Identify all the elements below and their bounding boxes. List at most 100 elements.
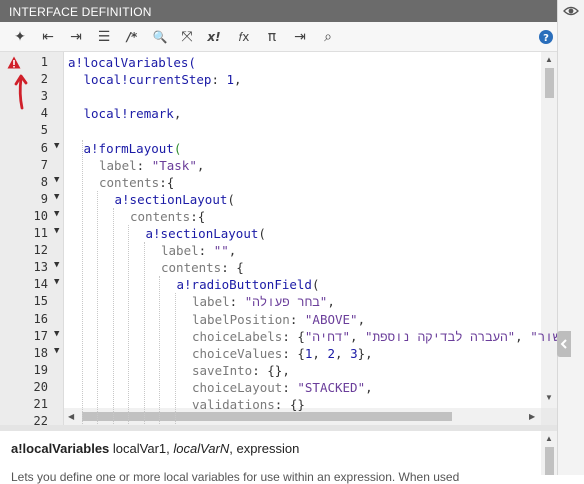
line-number-text: 10 [33,208,48,223]
fold-toggle-icon[interactable]: ▼ [54,260,59,270]
function-icon[interactable]: 𝑓x [234,28,254,46]
code-line[interactable]: label: "Task", [99,157,204,174]
code-line[interactable]: contents:{ [99,174,174,191]
line-number-text: 14 [33,277,48,292]
code-token: a!radioButtonField [176,277,312,293]
code-line[interactable]: contents:{ [130,208,205,225]
code-token: , [357,311,366,327]
indent-icon[interactable]: ⇥ [66,28,86,46]
line-number-text: 16 [33,311,48,326]
line-number: 16 [0,311,60,328]
code-token: a!localVariables( [68,55,196,70]
code-token: : {} [274,397,305,412]
scroll-down-icon[interactable]: ▼ [545,393,553,402]
code-editor[interactable]: 1 2 3 4 5 6 ▼ 7 8 ▼ 9 ▼ 10 ▼ 11 ▼ 12 13 ▼ 14 ▼ 15 16 17 ▼ 18 ▼ 19 20… [0,52,557,425]
scroll-left-icon[interactable]: ◀ [68,412,74,421]
code-token: , [312,345,328,361]
outdent-icon[interactable]: ⇤ [38,28,58,46]
code-line[interactable]: a!radioButtonField( [177,276,320,293]
code-token: contents [161,260,222,276]
code-line[interactable]: local!currentStep: 1, [84,71,242,88]
preview-panel-strip [557,0,584,475]
line-number-text: 4 [40,106,48,121]
code-line[interactable]: validations: {} [192,396,305,413]
code-line[interactable]: a!formLayout( [84,140,182,157]
eye-icon[interactable] [563,4,579,18]
editor-vertical-scrollbar[interactable]: ▲ ▼ [541,52,557,408]
help-icon[interactable]: ? [536,28,556,46]
code-token: contents [99,174,160,190]
line-number-text: 1 [40,55,48,69]
chevron-left-icon [560,339,567,349]
indent-guide [159,276,160,425]
fold-toggle-icon[interactable]: ▼ [54,175,59,185]
fold-toggle-icon[interactable]: ▼ [54,209,59,219]
code-line[interactable]: a!localVariables( [68,54,196,71]
code-line[interactable]: choiceLayout: "STACKED", [192,379,373,396]
code-token: : [211,72,227,88]
fold-toggle-icon[interactable]: ▼ [54,226,59,236]
code-token: a!sectionLayout [145,226,259,241]
magic-wand-icon[interactable]: ✦ [10,28,30,46]
code-token: , [234,72,242,88]
code-line[interactable]: choiceLabels: {"דחיה", "העברה לבדיקה נוס… [192,328,557,345]
fold-toggle-icon[interactable]: ▼ [54,141,59,151]
code-line[interactable]: contents: { [161,259,244,276]
code-token: , [349,328,366,344]
code-token: , [335,345,351,361]
param-optional: localVarN [173,441,230,456]
line-number-text: 5 [40,123,48,138]
line-number-text: 22 [33,414,48,425]
fold-toggle-icon[interactable]: ▼ [54,329,59,339]
doc-scroll-up-icon[interactable]: ▲ [545,434,553,443]
code-token: 1 [226,72,235,88]
scrollbar-corner [541,408,557,425]
scroll-right-icon[interactable]: ▶ [529,412,535,421]
code-line[interactable]: choiceValues: {1, 2, 3}, [192,345,373,362]
code-token: : { [221,260,244,276]
line-number: 10 ▼ [0,208,60,225]
code-token: :{ [159,174,175,190]
line-number-text: 7 [40,157,48,172]
expression-x-icon[interactable]: x! [204,28,224,46]
data-search-icon[interactable]: ⌕ [318,28,338,46]
indent-guide [97,190,98,425]
code-line[interactable]: label: "בחר פעולה", [192,293,335,310]
line-number-text: 13 [33,260,48,275]
line-number: 8 ▼ [0,174,60,191]
code-token: contents [130,208,191,224]
line-number: 18 ▼ [0,345,60,362]
code-line[interactable]: label: "", [161,242,236,259]
fold-toggle-icon[interactable]: ▼ [54,346,59,356]
export-icon[interactable]: ⇥ [290,28,310,46]
doc-vertical-scrollbar[interactable]: ▲ [541,431,557,475]
line-number: 5 [0,122,60,139]
code-token: labelPosition [192,311,290,327]
horizontal-scroll-thumb[interactable] [82,412,452,421]
format-list-icon[interactable]: ☰ [94,28,114,46]
search-icon[interactable]: 🔍 [150,28,170,46]
fold-toggle-icon[interactable]: ▼ [54,277,59,287]
comment-icon[interactable]: /* [122,28,142,46]
doc-scroll-thumb[interactable] [545,447,554,475]
fold-toggle-icon[interactable]: ▼ [54,192,59,202]
code-line[interactable]: saveInto: {}, [192,362,290,379]
code-token: , [327,294,335,310]
code-token: local!currentStep [83,72,212,88]
code-token: validations [192,397,275,412]
vertical-scroll-thumb[interactable] [545,68,554,98]
code-token: : [136,157,152,173]
expand-icon[interactable]: ⤧ [177,28,197,46]
code-line[interactable]: local!remark, [84,105,182,122]
collapse-panel-handle[interactable] [557,331,571,357]
line-number-text: 18 [33,345,48,360]
code-line[interactable]: a!sectionLayout( [115,191,235,208]
code-line[interactable]: labelPosition: "ABOVE", [192,311,365,328]
code-token: local!remark [83,106,174,122]
scroll-up-icon[interactable]: ▲ [545,55,553,64]
line-number-text: 20 [33,379,48,394]
code-line[interactable]: a!sectionLayout( [146,225,266,242]
pi-icon[interactable]: π [262,28,282,46]
code-token: : {}, [252,362,290,378]
line-number-text: 11 [33,226,48,240]
